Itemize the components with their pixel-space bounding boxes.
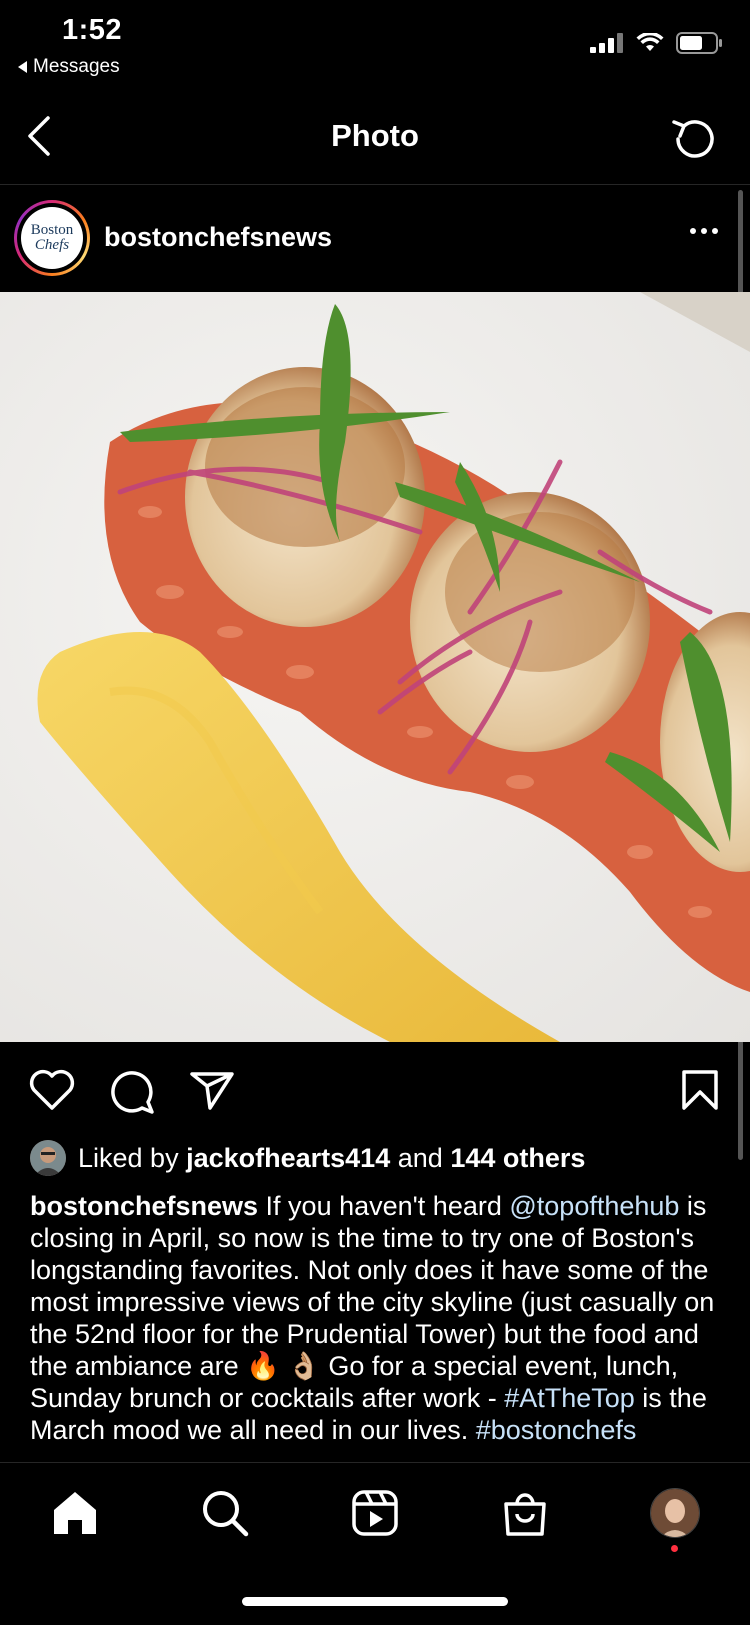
- back-app-label: Messages: [33, 56, 120, 77]
- likes-summary[interactable]: Liked by jackofhearts414 and 144 others: [78, 1143, 585, 1174]
- save-bookmark-icon[interactable]: [680, 1068, 720, 1112]
- like-heart-icon[interactable]: [28, 1068, 76, 1112]
- comment-icon[interactable]: [108, 1068, 156, 1114]
- caption-username[interactable]: bostonchefsnews: [30, 1191, 258, 1221]
- back-triangle-icon: [18, 61, 27, 73]
- liked-by-user[interactable]: jackofhearts414: [186, 1143, 390, 1173]
- refresh-icon[interactable]: [668, 114, 718, 164]
- caption-hashtag-2[interactable]: #bostonchefs: [476, 1415, 637, 1445]
- more-options-icon[interactable]: [690, 228, 718, 234]
- home-icon[interactable]: [50, 1488, 100, 1538]
- likes-prefix: Liked by: [78, 1143, 179, 1173]
- notification-dot: [671, 1545, 678, 1552]
- caption-text-1: If you haven't heard: [258, 1191, 510, 1221]
- page-title: Photo: [331, 118, 419, 153]
- shop-icon[interactable]: [500, 1488, 550, 1538]
- battery-icon: [676, 32, 722, 54]
- reels-icon[interactable]: [350, 1488, 400, 1538]
- likes-and: and: [397, 1143, 443, 1173]
- caption-hashtag[interactable]: #AtTheTop: [504, 1383, 635, 1413]
- wifi-icon: [636, 33, 664, 51]
- nav-divider: [0, 184, 750, 185]
- liker-avatar[interactable]: [30, 1140, 66, 1176]
- status-icons: [590, 32, 722, 54]
- caption-emoji: 🔥 👌🏼: [246, 1351, 321, 1381]
- search-icon[interactable]: [200, 1488, 250, 1538]
- scallops-dish-image: [0, 292, 750, 1042]
- caption-mention[interactable]: @topofthehub: [509, 1191, 679, 1221]
- logo-text-boston: Boston: [30, 222, 74, 238]
- post-author-avatar[interactable]: Boston Chefs: [14, 200, 90, 276]
- status-time: 1:52: [62, 14, 123, 46]
- post-caption: bostonchefsnews If you haven't heard @to…: [30, 1190, 720, 1457]
- share-send-icon[interactable]: [188, 1068, 236, 1112]
- likes-others-count[interactable]: 144 others: [450, 1143, 585, 1173]
- home-indicator[interactable]: [242, 1597, 508, 1606]
- logo-text-chefs: Chefs: [34, 237, 70, 253]
- boston-chefs-logo: Boston Chefs: [21, 207, 83, 269]
- profile-avatar[interactable]: [650, 1488, 700, 1538]
- post-photo[interactable]: [0, 292, 750, 1042]
- back-to-messages[interactable]: Messages: [18, 56, 120, 78]
- signal-icon: [590, 33, 623, 53]
- post-username[interactable]: bostonchefsnews: [104, 222, 332, 253]
